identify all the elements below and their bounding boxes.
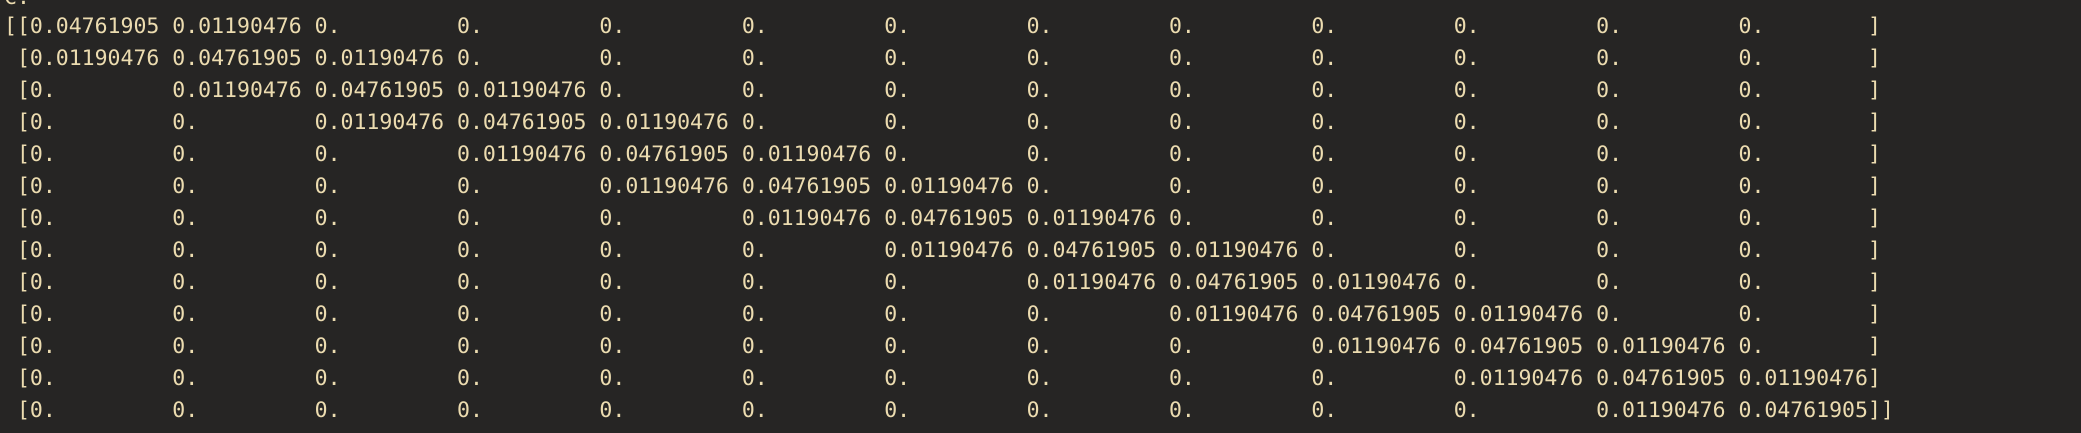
matrix-row: [0. 0. 0. 0.01190476 0.04761905 0.011904… bbox=[4, 142, 1881, 167]
matrix-row: [0. 0. 0. 0. 0. 0. 0. 0. 0. 0.01190476 0… bbox=[4, 334, 1881, 359]
matrix-row: [0. 0. 0. 0. 0. 0.01190476 0.04761905 0.… bbox=[4, 206, 1881, 231]
matrix-row: [0. 0. 0. 0. 0.01190476 0.04761905 0.011… bbox=[4, 174, 1881, 199]
matrix-row: [0. 0. 0. 0. 0. 0. 0. 0. 0. 0. 0. 0.0119… bbox=[4, 398, 1894, 423]
matrix-row: [0. 0. 0. 0. 0. 0. 0.01190476 0.04761905… bbox=[4, 238, 1881, 263]
matrix-row: [0. 0. 0. 0. 0. 0. 0. 0. 0. 0. 0.0119047… bbox=[4, 366, 1881, 391]
matrix-row: [0. 0. 0. 0. 0. 0. 0. 0.01190476 0.04761… bbox=[4, 270, 1881, 295]
terminal-output: C. [[0.04761905 0.01190476 0. 0. 0. 0. 0… bbox=[0, 0, 2081, 433]
matrix-row: [0. 0.01190476 0.04761905 0.01190476 0. … bbox=[4, 78, 1881, 103]
matrix-row: [0. 0. 0.01190476 0.04761905 0.01190476 … bbox=[4, 110, 1881, 135]
matrix-row: [0. 0. 0. 0. 0. 0. 0. 0. 0.01190476 0.04… bbox=[4, 302, 1881, 327]
matrix-row: [0.01190476 0.04761905 0.01190476 0. 0. … bbox=[4, 46, 1881, 71]
matrix-row: [[0.04761905 0.01190476 0. 0. 0. 0. 0. 0… bbox=[4, 14, 1881, 39]
